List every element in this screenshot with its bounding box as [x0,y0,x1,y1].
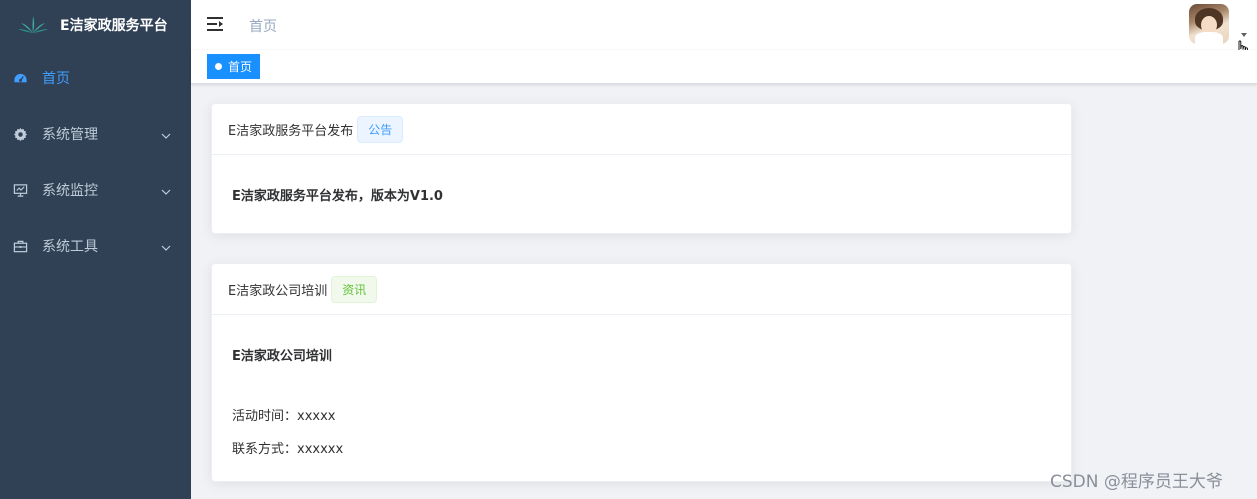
tag-home[interactable]: 首页 [207,54,261,79]
sidebar-item-label: 系统监控 [42,183,98,199]
watermark: CSDN @程序员王大爷 [1050,472,1223,492]
contact-info: 联系方式：xxxxxx [232,442,344,457]
user-avatar[interactable] [1189,4,1231,46]
notice-type-badge: 公告 [357,115,404,143]
sidebar-item-home[interactable]: 首页 [0,50,191,106]
chevron-down-icon [161,185,171,195]
navbar: 首页 [191,0,1257,60]
gear-icon [12,126,28,142]
notice-card: E洁家政公司培训 资讯 E洁家政公司培训 活动时间：xxxxx 联系方式：xxx… [211,263,1072,482]
sidebar-item-label: 系统工具 [42,239,98,255]
card-body: E洁家政公司培训 活动时间：xxxxx 联系方式：xxxxxx [212,345,1071,457]
sidebar-item-system-management[interactable]: 系统管理 [0,106,191,162]
sidebar-item-system-monitor[interactable]: 系统监控 [0,162,191,218]
dashboard-icon [12,70,28,86]
sidebar-item-system-tools[interactable]: 系统工具 [0,218,191,274]
card-headline: E洁家政服务平台发布，版本为V1.0 [232,189,443,204]
card-title: E洁家政公司培训 [228,283,328,299]
notice-type-badge: 资讯 [331,275,378,303]
hamburger-icon[interactable] [207,16,225,32]
sidebar: E洁家政服务平台 首页 系统管理 系统监控 系统工具 [0,0,191,499]
card-header: E洁家政服务平台发布 公告 [212,104,1071,155]
monitor-icon [12,182,28,198]
avatar [1189,4,1229,44]
card-headline: E洁家政公司培训 [232,349,332,364]
toolbox-icon [12,238,28,254]
card-header: E洁家政公司培训 资讯 [212,264,1071,315]
logo[interactable]: E洁家政服务平台 [0,0,191,50]
chevron-down-icon [161,241,171,251]
activity-time: 活动时间：xxxxx [232,409,336,424]
app-title: E洁家政服务平台 [60,18,168,34]
logo-icon [18,16,48,33]
card-title: E洁家政服务平台发布 [228,123,354,139]
chevron-down-icon [161,129,171,139]
dot-icon [215,63,222,70]
notice-card: E洁家政服务平台发布 公告 E洁家政服务平台发布，版本为V1.0 [211,103,1072,234]
tag-label: 首页 [228,60,253,74]
sidebar-item-label: 系统管理 [42,127,98,143]
sidebar-item-label: 首页 [42,71,70,87]
caret-down-icon[interactable] [1241,33,1247,37]
tags-view: 首页 [191,50,1257,84]
card-body: E洁家政服务平台发布，版本为V1.0 [212,185,1071,204]
breadcrumb: 首页 [249,19,277,35]
